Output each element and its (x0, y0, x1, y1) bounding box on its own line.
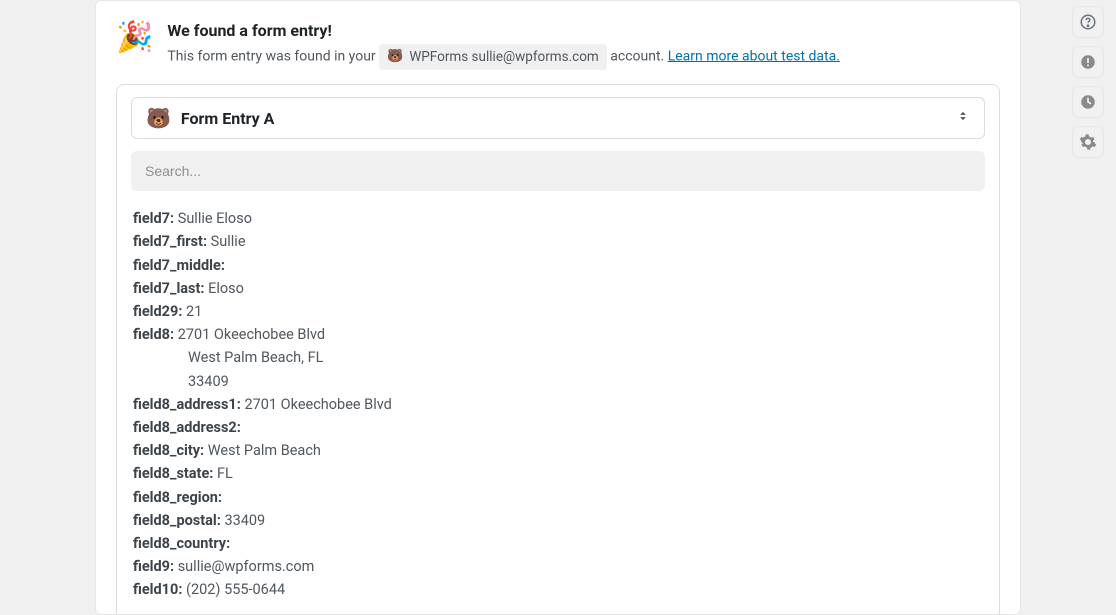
field8-line3: 33409 (133, 370, 983, 393)
field-row: field7: Sullie Eloso (133, 207, 983, 230)
field-row: field8_address1: 2701 Okeechobee Blvd (133, 393, 983, 416)
field-row: field29: 21 (133, 300, 983, 323)
notice-subtitle: This form entry was found in your 🐻 WPFo… (167, 44, 840, 70)
chevron-updown-icon (956, 109, 970, 127)
field-row: field8: 2701 Okeechobee Blvd (133, 323, 983, 346)
notice-prefix: This form entry was found in your (167, 48, 379, 64)
alert-icon[interactable] (1072, 46, 1104, 78)
field-row: field7_middle: (133, 254, 983, 277)
entry-icon: 🐻 (146, 108, 171, 128)
notice-title: We found a form entry! (167, 21, 840, 40)
fields-list: field7: Sullie Eloso field7_first: Sulli… (131, 207, 985, 601)
field-row: field7_last: Eloso (133, 277, 983, 300)
field-row: field10: (202) 555-0644 (133, 578, 983, 601)
field-row: field8_country: (133, 532, 983, 555)
account-text: WPForms sullie@wpforms.com (409, 47, 598, 67)
field-row: field8_city: West Palm Beach (133, 439, 983, 462)
party-emoji: 🎉 (116, 21, 153, 70)
gear-icon[interactable] (1072, 126, 1104, 158)
field-row: field8_region: (133, 486, 983, 509)
entry-title: Form Entry A (181, 109, 275, 128)
form-entry-card: 🎉 We found a form entry! This form entry… (95, 0, 1021, 615)
field-row: field8_state: FL (133, 462, 983, 485)
account-chip: 🐻 WPForms sullie@wpforms.com (379, 44, 607, 70)
field-row: field8_postal: 33409 (133, 509, 983, 532)
help-icon[interactable] (1072, 6, 1104, 38)
clock-icon[interactable] (1072, 86, 1104, 118)
notice-mid: account. (610, 48, 667, 64)
entry-select-dropdown[interactable]: 🐻 Form Entry A (131, 97, 985, 139)
field-row: field7_first: Sullie (133, 230, 983, 253)
field8-line2: West Palm Beach, FL (133, 346, 983, 369)
found-entry-notice: 🎉 We found a form entry! This form entry… (96, 21, 1020, 84)
entry-panel: 🐻 Form Entry A field7: Sullie Eloso fiel… (116, 84, 1000, 615)
right-sidebar-icons (1072, 6, 1104, 158)
learn-more-link[interactable]: Learn more about test data. (668, 48, 840, 64)
field-row: field8_address2: (133, 416, 983, 439)
search-input[interactable] (131, 151, 985, 191)
field-row: field9: sullie@wpforms.com (133, 555, 983, 578)
wpforms-icon: 🐻 (387, 47, 403, 67)
